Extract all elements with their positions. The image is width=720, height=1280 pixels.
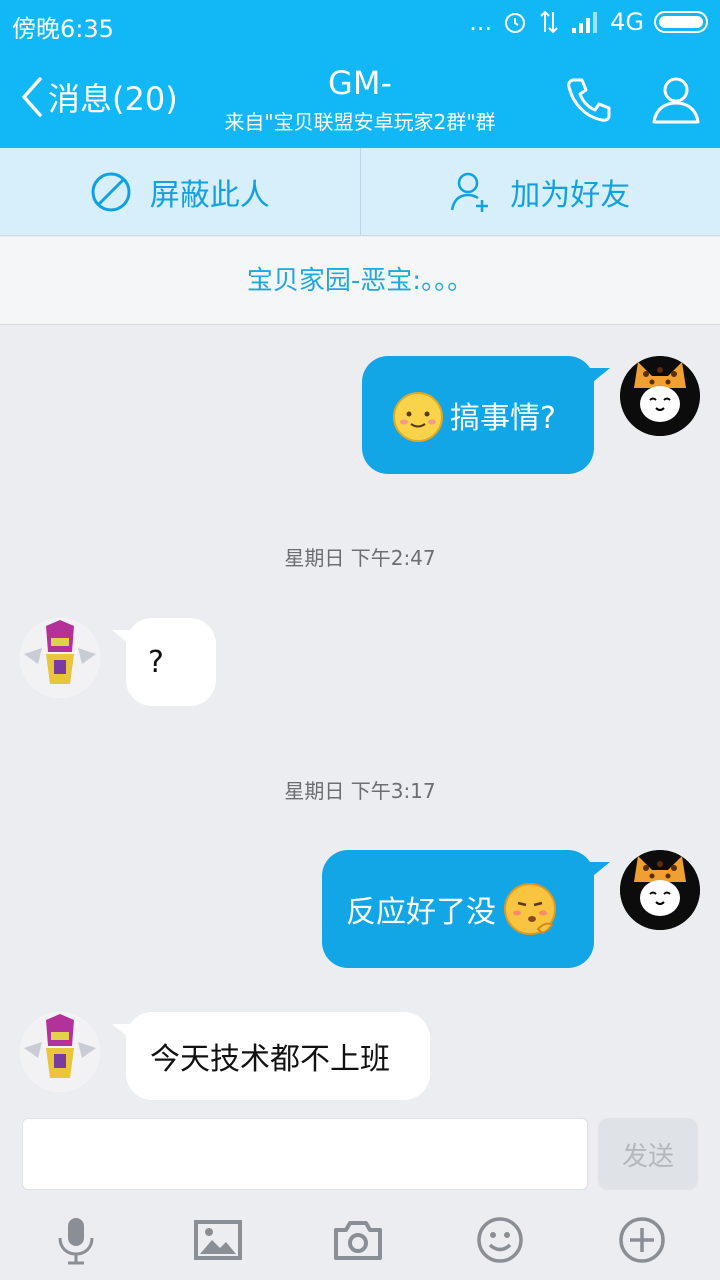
emoji-icon[interactable]: [474, 1214, 526, 1266]
composer-bar: 发送: [0, 1108, 720, 1200]
message-text: ?: [148, 644, 164, 680]
status-time: 傍晚6:35: [12, 15, 114, 43]
add-friend-icon: [451, 172, 489, 212]
status-icons: ... 4G: [469, 8, 708, 36]
profile-icon[interactable]: [648, 72, 704, 128]
image-icon[interactable]: [192, 1214, 244, 1266]
more-dots-icon: ...: [469, 8, 493, 36]
message-bubble-outgoing[interactable]: 反应好了没: [322, 850, 594, 968]
send-button[interactable]: 发送: [598, 1118, 698, 1190]
shy-emoji-icon: [504, 883, 556, 935]
status-bar: 傍晚6:35 ... 4G: [0, 0, 720, 50]
network-type: 4G: [610, 8, 644, 36]
angel-warrior-avatar-icon: [20, 618, 100, 698]
message-bubble-incoming[interactable]: ?: [126, 618, 216, 706]
group-notice-text: 宝贝家园-恶宝:。。。: [246, 266, 474, 296]
block-icon: [91, 172, 131, 211]
sender-avatar[interactable]: [20, 618, 100, 698]
data-transfer-icon: [540, 10, 558, 34]
bubble-tail: [588, 862, 610, 880]
message-bubble-incoming[interactable]: 今天技术都不上班: [126, 1012, 430, 1100]
message-text: 搞事情?: [450, 401, 556, 436]
message-timestamp: 星期日 下午2:47: [284, 546, 436, 570]
message-text: 今天技术都不上班: [150, 1042, 390, 1077]
battery-icon: [654, 11, 708, 33]
sender-avatar[interactable]: [20, 1012, 100, 1092]
composer-toolbar: [0, 1200, 720, 1280]
phone-icon[interactable]: [560, 72, 616, 128]
smile-emoji-icon: [393, 392, 443, 442]
angel-warrior-avatar-icon: [20, 1012, 100, 1092]
plus-icon[interactable]: [616, 1214, 668, 1266]
add-friend-label: 加为好友: [510, 177, 631, 213]
camera-icon[interactable]: [332, 1214, 384, 1266]
group-notice-banner[interactable]: 宝贝家园-恶宝:。。。: [0, 237, 720, 325]
microphone-icon[interactable]: [50, 1214, 102, 1266]
block-user-label: 屏蔽此人: [149, 177, 270, 213]
message-timestamp: 星期日 下午3:17: [284, 779, 436, 803]
message-text: 反应好了没: [346, 895, 496, 930]
message-bubble-outgoing[interactable]: 搞事情?: [362, 356, 594, 474]
my-avatar[interactable]: [620, 356, 700, 436]
message-input[interactable]: [22, 1118, 588, 1190]
stranger-action-bar: 屏蔽此人 加为好友: [0, 148, 720, 236]
signal-icon: [572, 12, 598, 33]
chat-header: 消息(20) GM- 来自"宝贝联盟安卓玩家2群"群: [0, 50, 720, 148]
alarm-icon: [505, 13, 526, 33]
add-friend-button[interactable]: 加为好友: [359, 148, 720, 235]
block-user-button[interactable]: 屏蔽此人: [0, 148, 360, 235]
my-avatar[interactable]: [620, 850, 700, 930]
bubble-tail: [588, 368, 610, 386]
panda-avatar-icon: [620, 850, 700, 930]
panda-avatar-icon: [620, 356, 700, 436]
